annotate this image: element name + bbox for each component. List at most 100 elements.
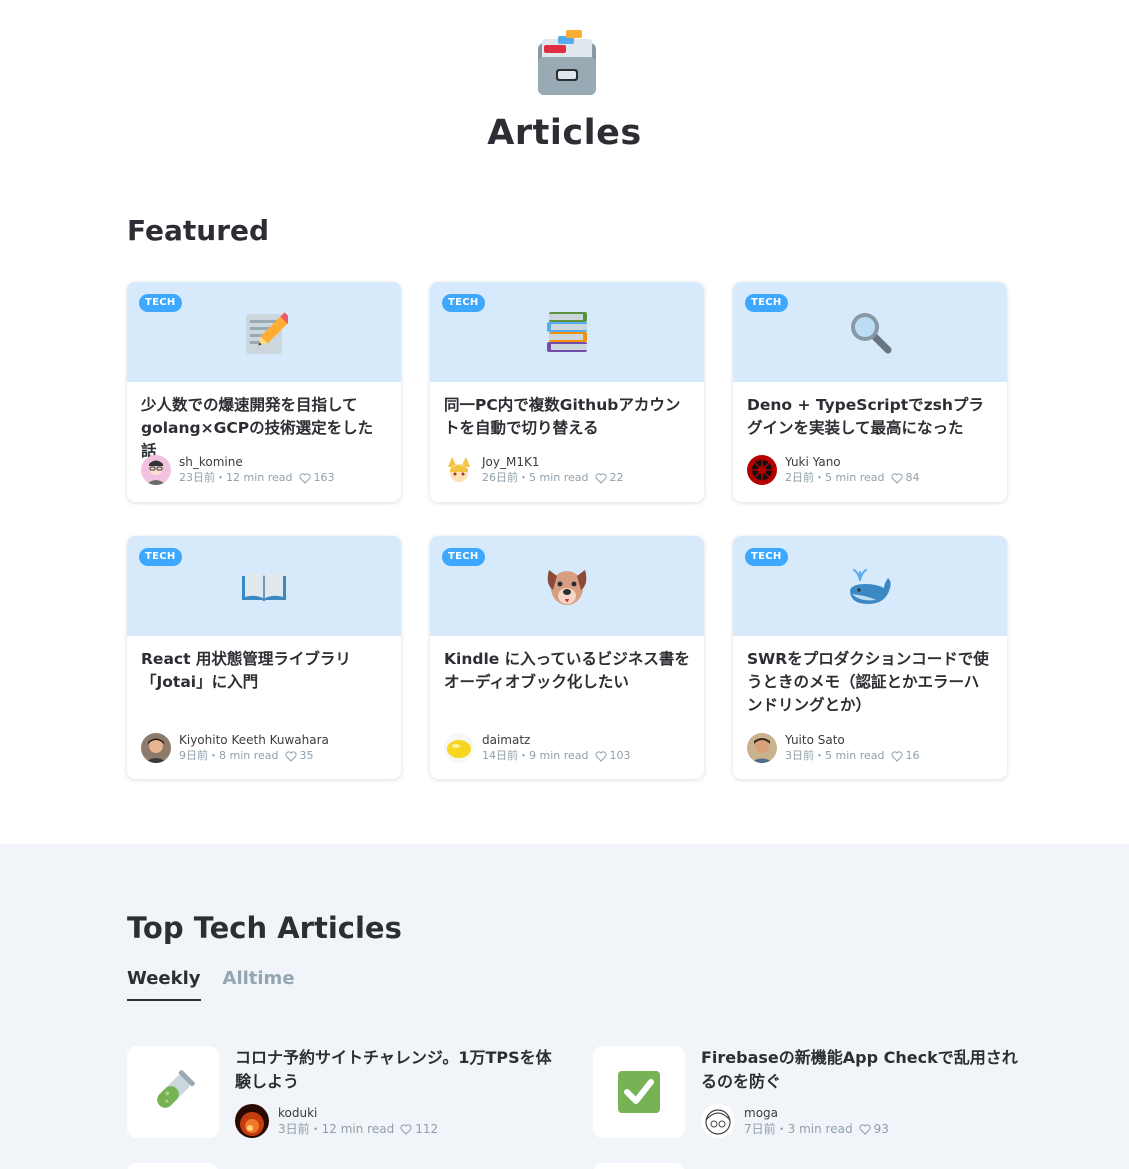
featured-card[interactable]: TECH 同一PC内で複数Githubアカウントを自動で切り替える Joy_M1… (430, 282, 704, 502)
top-article-item[interactable]: Firebaseの新機能App Checkで乱用されるのを防ぐ moga 7日前… (593, 1046, 1021, 1138)
featured-card[interactable]: TECH React 用状態管理ライブラリ「Jotai」に入門 Kiyohito… (127, 536, 401, 779)
card-title[interactable]: Deno + TypeScriptでzshプラグインを実装して最高になった (747, 394, 993, 440)
avatar[interactable] (444, 733, 474, 763)
avatar[interactable] (701, 1104, 735, 1138)
dog-face-icon (547, 570, 587, 605)
author-name[interactable]: sh_komine (179, 454, 335, 470)
read-time: 12 min read (321, 1122, 395, 1136)
post-date: 23日前 (179, 471, 215, 484)
featured-card[interactable]: TECH Deno + TypeScriptでzshプラグインを実装して最高にな… (733, 282, 1007, 502)
card-meta: Yuito Sato 3日前 ・ 5 min read 16 (747, 732, 920, 764)
top-tech-heading: Top Tech Articles (127, 911, 402, 945)
card-cover: TECH (127, 282, 401, 382)
card-cover: TECH (127, 536, 401, 636)
next-item-thumbnail (593, 1163, 685, 1169)
like-count: 103 (609, 749, 631, 762)
post-date: 3日前 (785, 749, 814, 762)
author-name[interactable]: moga (744, 1105, 889, 1121)
card-file-box-icon (538, 30, 596, 95)
article-meta: moga 7日前 ・ 3 min read 93 (701, 1104, 1021, 1138)
read-time: 12 min read (226, 471, 293, 484)
featured-heading: Featured (127, 214, 270, 247)
separator: ・ (518, 471, 529, 484)
heart-icon (284, 750, 297, 762)
post-date: 14日前 (482, 749, 518, 762)
separator: ・ (775, 1122, 788, 1136)
featured-card[interactable]: TECH Kindle に入っているビジネス書をオーディオブック化したい dai… (430, 536, 704, 779)
heart-icon (400, 1123, 412, 1135)
heart-icon (594, 472, 607, 484)
heart-icon (890, 750, 903, 762)
heart-icon (890, 472, 903, 484)
card-meta: Joy_M1K1 26日前 ・ 5 min read 22 (444, 454, 624, 486)
memo-icon (246, 312, 288, 354)
card-meta: Kiyohito Keeth Kuwahara 9日前 ・ 8 min read… (141, 732, 329, 764)
card-cover: TECH (733, 536, 1007, 636)
author-name[interactable]: Yuki Yano (785, 454, 920, 470)
author-name[interactable]: Joy_M1K1 (482, 454, 624, 470)
like-count: 93 (873, 1122, 889, 1136)
featured-card[interactable]: TECH SWRをプロダクションコードで使うときのメモ（認証とかエラーハンドリン… (733, 536, 1007, 779)
article-title[interactable]: Firebaseの新機能App Checkで乱用されるのを防ぐ (701, 1046, 1021, 1094)
avatar[interactable] (747, 455, 777, 485)
open-book-icon (242, 572, 286, 601)
author-name[interactable]: koduki (278, 1105, 438, 1121)
separator: ・ (215, 471, 226, 484)
ranking-tabs: Weekly Alltime (127, 968, 295, 1001)
read-time: 3 min read (787, 1122, 853, 1136)
magnifying-glass-icon (851, 313, 892, 354)
avatar[interactable] (141, 455, 171, 485)
author-name[interactable]: daimatz (482, 732, 631, 748)
card-cover: TECH (430, 282, 704, 382)
post-date: 7日前 (744, 1122, 776, 1136)
separator: ・ (814, 749, 825, 762)
like-count: 163 (313, 471, 335, 484)
article-title[interactable]: コロナ予約サイトチャレンジ。1万TPSを体験しよう (235, 1046, 555, 1094)
card-meta: Yuki Yano 2日前 ・ 5 min read 84 (747, 454, 920, 486)
avatar[interactable] (235, 1104, 269, 1138)
heart-icon (298, 472, 311, 484)
separator: ・ (309, 1122, 322, 1136)
whale-icon (850, 569, 891, 604)
next-item-thumbnail (127, 1163, 219, 1169)
tech-badge: TECH (745, 294, 788, 312)
card-title[interactable]: 同一PC内で複数Githubアカウントを自動で切り替える (444, 394, 690, 440)
avatar[interactable] (444, 455, 474, 485)
read-time: 9 min read (529, 749, 589, 762)
featured-card[interactable]: TECH 少人数での爆速開発を目指して golang×GCPの技術選定をした話 … (127, 282, 401, 502)
tech-badge: TECH (745, 548, 788, 566)
card-meta: daimatz 14日前 ・ 9 min read 103 (444, 732, 631, 764)
post-date: 2日前 (785, 471, 814, 484)
read-time: 5 min read (825, 749, 885, 762)
read-time: 8 min read (219, 749, 279, 762)
top-article-item[interactable]: コロナ予約サイトチャレンジ。1万TPSを体験しよう koduki 3日前 ・ 1… (127, 1046, 555, 1138)
tech-badge: TECH (139, 294, 182, 312)
like-count: 35 (299, 749, 314, 762)
tech-badge: TECH (139, 548, 182, 566)
heart-icon (859, 1123, 871, 1135)
article-meta: koduki 3日前 ・ 12 min read 112 (235, 1104, 555, 1138)
books-icon (547, 312, 587, 352)
post-date: 26日前 (482, 471, 518, 484)
card-title[interactable]: SWRをプロダクションコードで使うときのメモ（認証とかエラーハンドリングとか） (747, 648, 993, 717)
separator: ・ (814, 471, 825, 484)
check-mark-button-icon (618, 1071, 660, 1113)
page-title: Articles (487, 113, 642, 153)
avatar[interactable] (141, 733, 171, 763)
test-tube-icon (157, 1070, 195, 1108)
read-time: 5 min read (825, 471, 885, 484)
avatar[interactable] (747, 733, 777, 763)
like-count: 22 (609, 471, 624, 484)
article-thumbnail[interactable] (127, 1046, 219, 1138)
card-title[interactable]: React 用状態管理ライブラリ「Jotai」に入門 (141, 648, 387, 694)
tab-alltime[interactable]: Alltime (223, 968, 295, 1001)
like-count: 16 (905, 749, 920, 762)
tab-weekly[interactable]: Weekly (127, 968, 201, 1001)
author-name[interactable]: Kiyohito Keeth Kuwahara (179, 732, 329, 748)
separator: ・ (208, 749, 219, 762)
card-title[interactable]: Kindle に入っているビジネス書をオーディオブック化したい (444, 648, 690, 694)
post-date: 9日前 (179, 749, 208, 762)
article-thumbnail[interactable] (593, 1046, 685, 1138)
author-name[interactable]: Yuito Sato (785, 732, 920, 748)
card-title[interactable]: 少人数での爆速開発を目指して golang×GCPの技術選定をした話 (141, 394, 387, 463)
